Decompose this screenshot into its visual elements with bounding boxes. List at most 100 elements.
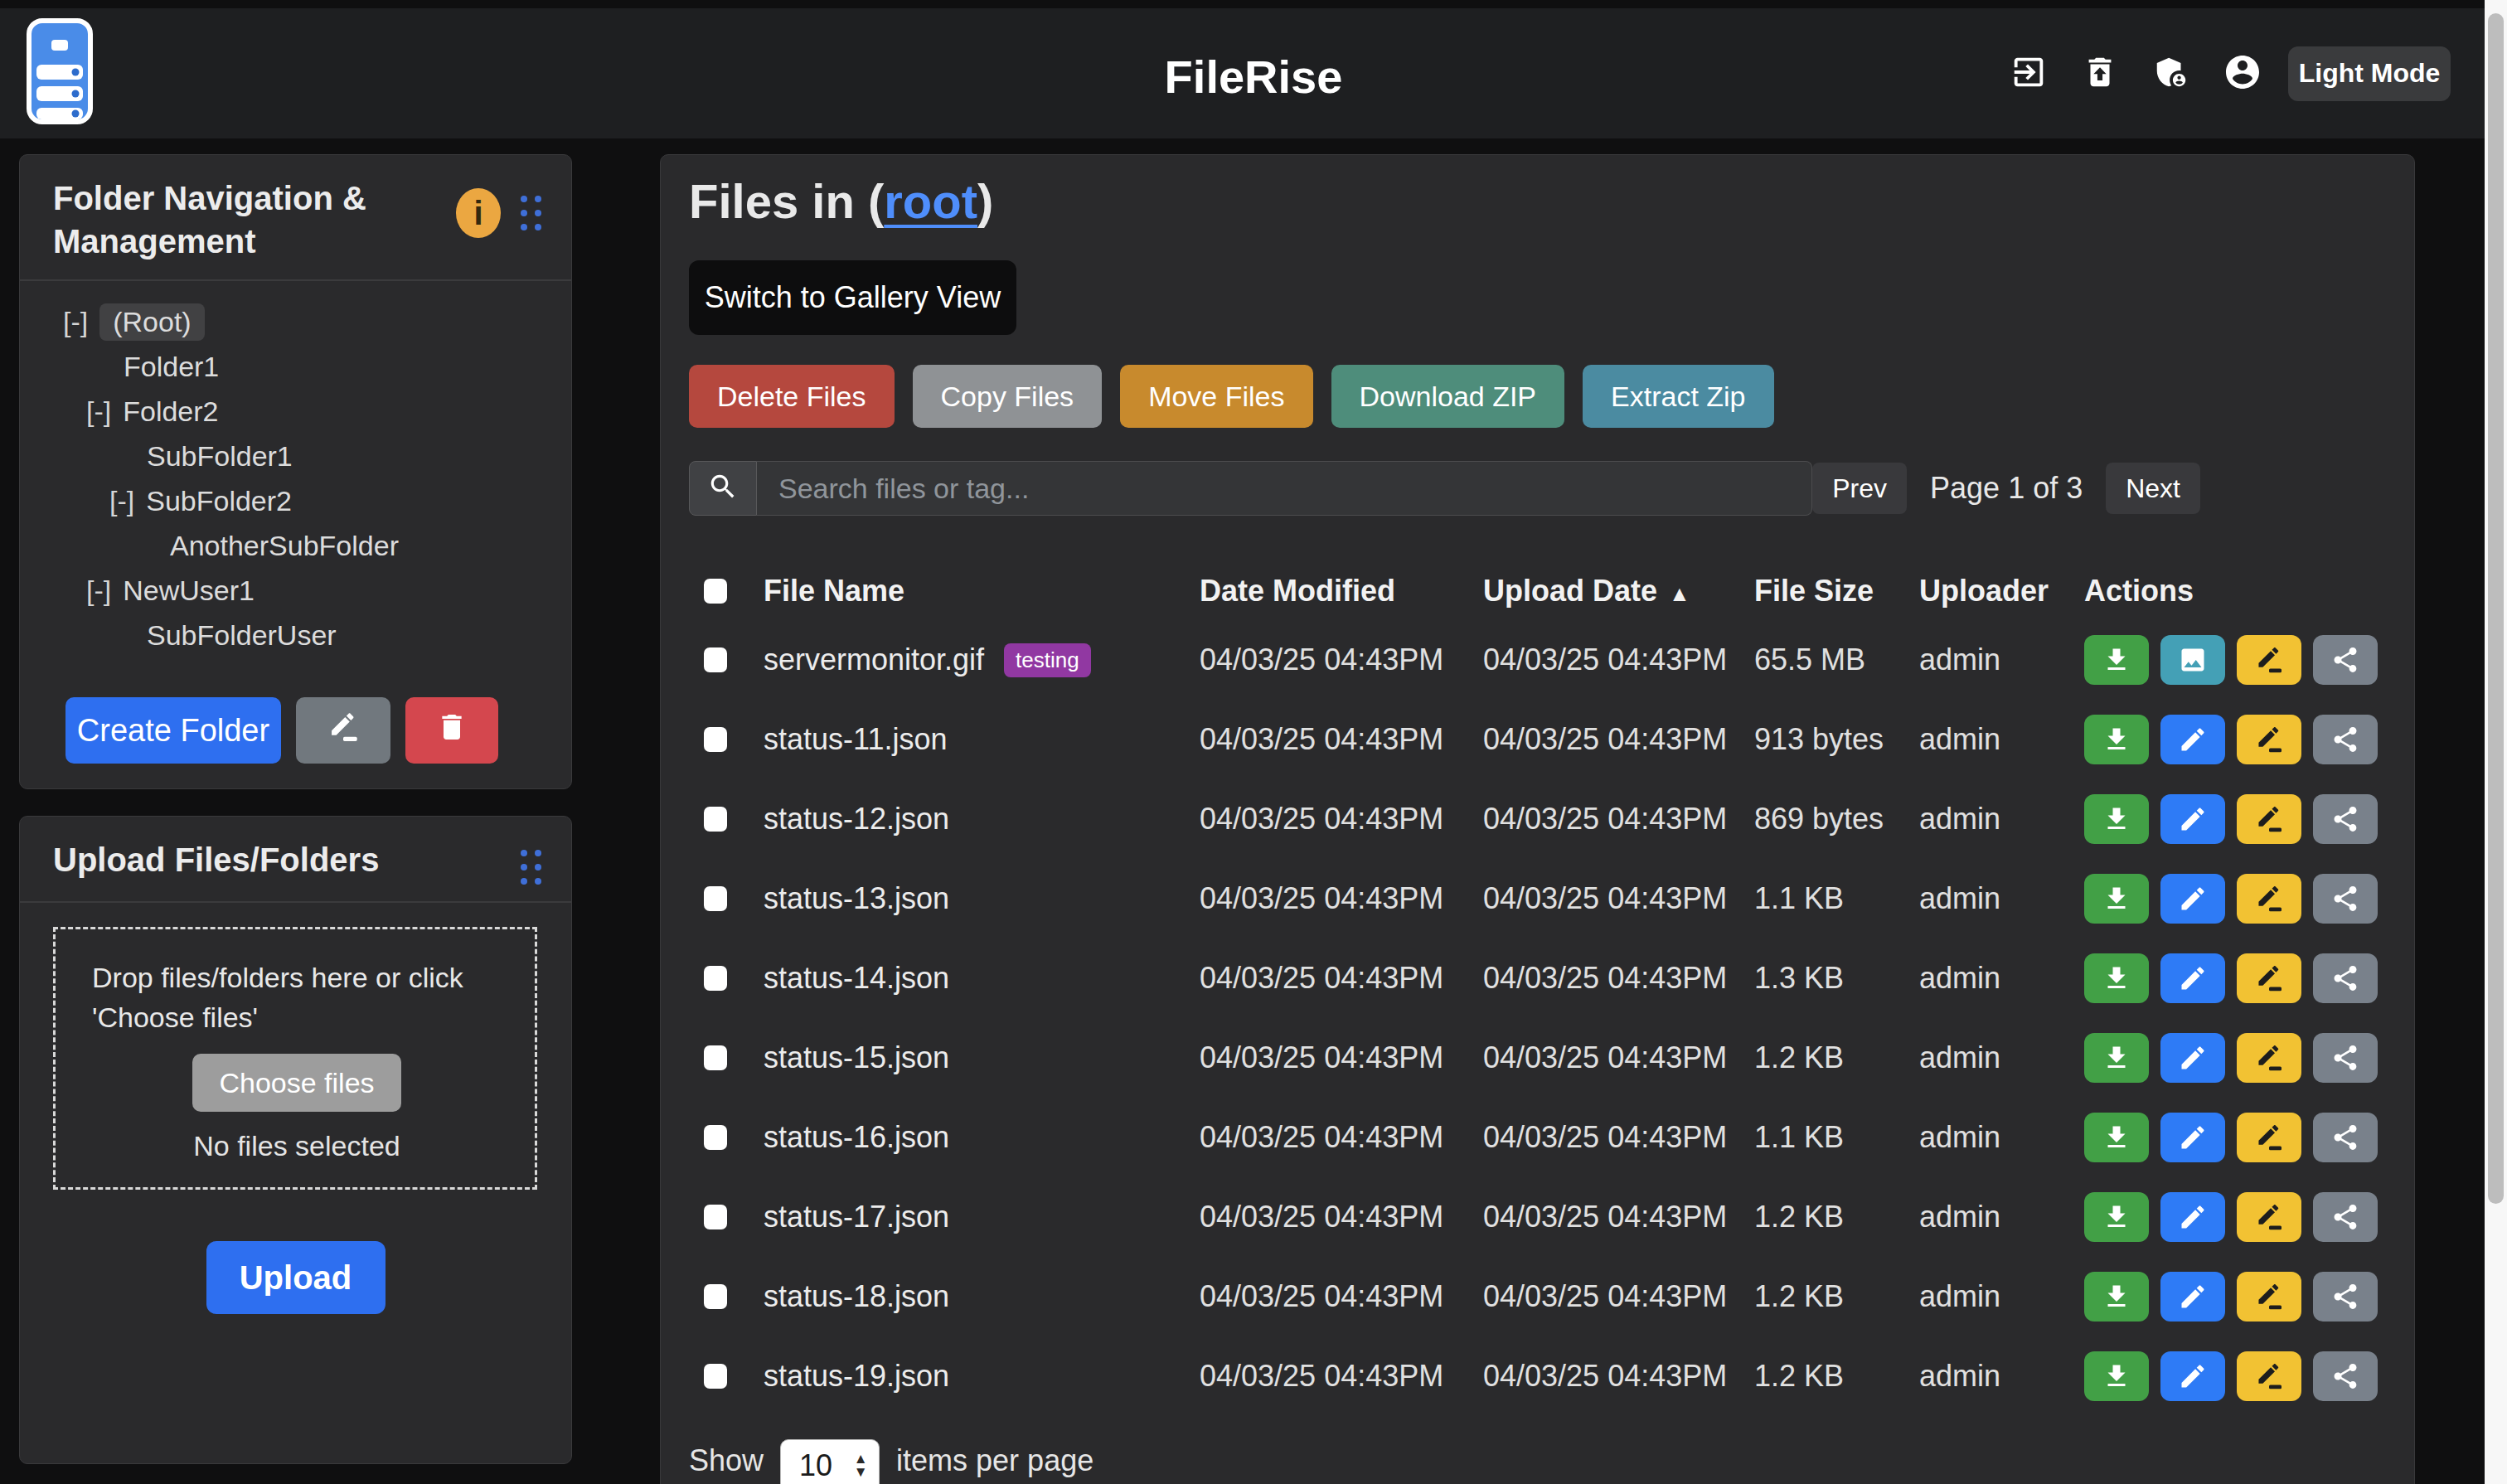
- select-all-checkbox[interactable]: [704, 579, 727, 604]
- file-name[interactable]: status-11.json: [764, 722, 947, 757]
- share-button[interactable]: [2313, 1351, 2378, 1401]
- row-checkbox[interactable]: [704, 1284, 727, 1309]
- next-page-button[interactable]: Next: [2106, 463, 2200, 514]
- rename-button[interactable]: [2237, 635, 2301, 685]
- download-button[interactable]: [2084, 1113, 2149, 1162]
- rename-button[interactable]: [2237, 953, 2301, 1003]
- share-button[interactable]: [2313, 1033, 2378, 1083]
- edit-button[interactable]: [2160, 794, 2225, 844]
- tree-item[interactable]: [-] Folder2: [20, 389, 571, 434]
- file-name[interactable]: status-15.json: [764, 1040, 949, 1075]
- row-checkbox[interactable]: [704, 966, 727, 991]
- drag-handle-icon[interactable]: [521, 850, 541, 885]
- tree-item[interactable]: AnotherSubFolder: [20, 523, 571, 568]
- file-name[interactable]: status-13.json: [764, 881, 949, 916]
- file-name[interactable]: servermonitor.gif: [764, 643, 984, 677]
- root-folder-link[interactable]: root: [884, 174, 977, 228]
- row-checkbox[interactable]: [704, 1045, 727, 1070]
- share-button[interactable]: [2313, 715, 2378, 764]
- logout-icon[interactable]: [1993, 38, 2064, 109]
- download-button[interactable]: [2084, 715, 2149, 764]
- edit-button[interactable]: [2160, 1272, 2225, 1322]
- row-checkbox[interactable]: [704, 886, 727, 911]
- tree-item[interactable]: SubFolder1: [20, 434, 571, 478]
- rename-folder-button[interactable]: [296, 697, 390, 764]
- tree-item[interactable]: SubFolderUser: [20, 613, 571, 657]
- info-icon[interactable]: i: [456, 188, 501, 238]
- delete-folder-button[interactable]: [405, 697, 498, 764]
- file-name[interactable]: status-18.json: [764, 1279, 949, 1314]
- download-button[interactable]: [2084, 1192, 2149, 1242]
- file-name[interactable]: status-12.json: [764, 802, 949, 837]
- download-button[interactable]: [2084, 794, 2149, 844]
- rename-button[interactable]: [2237, 715, 2301, 764]
- row-checkbox[interactable]: [704, 1205, 727, 1229]
- items-per-page-select[interactable]: 10 ▲▼: [780, 1439, 880, 1484]
- tree-label[interactable]: SubFolderUser: [147, 619, 337, 652]
- download-button[interactable]: [2084, 953, 2149, 1003]
- tree-label[interactable]: AnotherSubFolder: [170, 530, 399, 562]
- search-input[interactable]: [757, 461, 1812, 516]
- tree-label[interactable]: SubFolder2: [146, 485, 292, 517]
- download-button[interactable]: [2084, 1351, 2149, 1401]
- download-button[interactable]: [2084, 1033, 2149, 1083]
- edit-button[interactable]: [2160, 715, 2225, 764]
- col-file-size[interactable]: File Size: [1754, 574, 1919, 609]
- page-scrollbar[interactable]: [2485, 0, 2507, 1484]
- tree-label[interactable]: Folder2: [123, 395, 218, 428]
- edit-button[interactable]: [2160, 953, 2225, 1003]
- rename-button[interactable]: [2237, 1113, 2301, 1162]
- edit-button[interactable]: [2160, 1033, 2225, 1083]
- file-name[interactable]: status-19.json: [764, 1359, 949, 1394]
- tree-item[interactable]: [-] (Root): [20, 299, 571, 344]
- restore-trash-icon[interactable]: [2064, 38, 2136, 109]
- download-button[interactable]: [2084, 635, 2149, 685]
- row-checkbox[interactable]: [704, 727, 727, 752]
- rename-button[interactable]: [2237, 1192, 2301, 1242]
- tree-label[interactable]: Folder1: [124, 351, 219, 383]
- light-mode-button[interactable]: Light Mode: [2288, 46, 2451, 101]
- tree-toggle[interactable]: [-]: [63, 306, 88, 338]
- share-button[interactable]: [2313, 635, 2378, 685]
- share-button[interactable]: [2313, 953, 2378, 1003]
- tree-label[interactable]: SubFolder1: [147, 440, 293, 473]
- account-icon[interactable]: [2207, 38, 2278, 109]
- copy-files-button[interactable]: Copy Files: [913, 365, 1103, 428]
- tree-item[interactable]: [-] NewUser1: [20, 568, 571, 613]
- drag-handle-icon[interactable]: [521, 196, 541, 230]
- tree-item[interactable]: Folder1: [20, 344, 571, 389]
- switch-gallery-view-button[interactable]: Switch to Gallery View: [689, 260, 1016, 335]
- tree-toggle[interactable]: [-]: [86, 395, 111, 428]
- edit-button[interactable]: [2160, 1113, 2225, 1162]
- rename-button[interactable]: [2237, 794, 2301, 844]
- extract-zip-button[interactable]: Extract Zip: [1583, 365, 1773, 428]
- col-upload-date[interactable]: Upload Date▲: [1483, 574, 1754, 609]
- share-button[interactable]: [2313, 1192, 2378, 1242]
- file-name[interactable]: status-14.json: [764, 961, 949, 996]
- tree-label[interactable]: NewUser1: [123, 575, 255, 607]
- move-files-button[interactable]: Move Files: [1120, 365, 1312, 428]
- rename-button[interactable]: [2237, 1272, 2301, 1322]
- rename-button[interactable]: [2237, 1033, 2301, 1083]
- tree-label[interactable]: (Root): [99, 303, 204, 341]
- row-checkbox[interactable]: [704, 1125, 727, 1150]
- choose-files-button[interactable]: Choose files: [192, 1054, 401, 1112]
- tree-toggle[interactable]: [-]: [86, 575, 111, 607]
- rename-button[interactable]: [2237, 874, 2301, 924]
- edit-button[interactable]: [2160, 1351, 2225, 1401]
- scrollbar-thumb[interactable]: [2488, 13, 2504, 1204]
- row-checkbox[interactable]: [704, 647, 727, 672]
- col-file-name[interactable]: File Name: [764, 574, 1200, 609]
- share-button[interactable]: [2313, 794, 2378, 844]
- prev-page-button[interactable]: Prev: [1812, 463, 1907, 514]
- col-date-modified[interactable]: Date Modified: [1200, 574, 1483, 609]
- row-checkbox[interactable]: [704, 807, 727, 832]
- download-button[interactable]: [2084, 874, 2149, 924]
- create-folder-button[interactable]: Create Folder: [65, 697, 281, 764]
- upload-button[interactable]: Upload: [206, 1241, 386, 1314]
- edit-button[interactable]: [2160, 1192, 2225, 1242]
- share-button[interactable]: [2313, 874, 2378, 924]
- row-checkbox[interactable]: [704, 1364, 727, 1389]
- delete-files-button[interactable]: Delete Files: [689, 365, 895, 428]
- share-button[interactable]: [2313, 1113, 2378, 1162]
